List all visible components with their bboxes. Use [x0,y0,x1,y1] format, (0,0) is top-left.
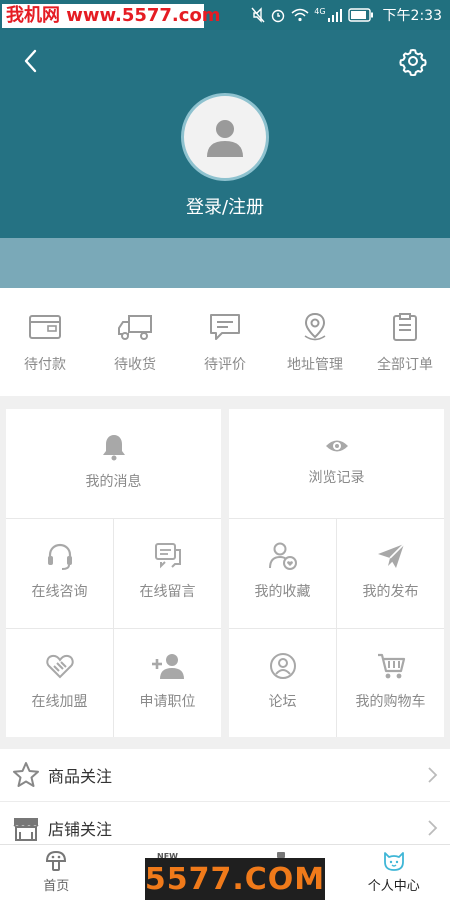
my-publish[interactable]: 我的发布 [337,519,444,628]
eye-icon [325,440,348,452]
cart-icon [377,653,405,679]
avatar[interactable] [181,93,269,181]
online-message[interactable]: 在线留言 [114,519,221,628]
user-silhouette-icon [207,120,243,157]
order-pending-payment[interactable]: 待付款 [0,288,90,396]
user-heart-icon [268,542,297,570]
watermark-bottom: 5577.COM [145,858,325,900]
follow-list: 商品关注 店铺关注 [0,749,450,855]
location-pin-icon [304,312,326,341]
back-button[interactable] [16,46,46,76]
login-register-link[interactable]: 登录/注册 [0,193,450,219]
nav-profile[interactable]: 个人中心 [338,845,450,900]
feature-panel-right: 浏览记录 我的收藏 我的发布 论坛 我的购物车 [229,409,444,737]
my-messages-label: 我的消息 [85,474,142,490]
wifi-icon [291,8,309,22]
store-icon [13,818,39,841]
status-bar: 我机网 www.5577.com 4G 下午2:33 [0,0,450,30]
bell-icon [102,435,125,461]
apply-job-label: 申请职位 [139,694,196,710]
paper-plane-icon [377,543,405,568]
online-message-label: 在线留言 [139,584,196,600]
order-label: 待付款 [24,357,66,373]
my-favorites-label: 我的收藏 [254,584,311,600]
order-all-orders[interactable]: 全部订单 [360,288,450,396]
order-label: 待评价 [204,357,246,373]
settings-button[interactable] [398,46,428,77]
my-cart-label: 我的购物车 [355,694,426,710]
list-item-label: 店铺关注 [48,820,113,839]
header-band [0,238,450,288]
wallet-icon [29,315,61,339]
order-label: 待收货 [114,357,156,373]
alarm-icon [272,9,285,23]
order-address-management[interactable]: 地址管理 [270,288,360,396]
online-consult-label: 在线咨询 [31,584,88,600]
status-time: 下午2:33 [382,8,442,24]
clipboard-icon [393,313,417,341]
order-shortcuts: 待付款 待收货 待评价 地址管理 全部订单 [0,288,450,396]
online-join[interactable]: 在线加盟 [6,629,113,737]
my-messages[interactable]: 我的消息 [6,409,221,518]
watermark-top: 我机网 www.5577.com [2,4,221,28]
nav-label: 首页 [43,879,70,894]
feature-grid: 我的消息 在线咨询 在线留言 在线加盟 申请职位 浏览记录 我的收藏 我的发布 … [6,409,444,737]
chat-bubbles-icon [154,543,181,569]
nav-label: 个人中心 [367,879,420,894]
chevron-right-icon [428,767,438,783]
star-outline-icon [13,762,39,787]
signal-icon [327,9,342,22]
my-publish-label: 我的发布 [362,584,419,600]
browse-history[interactable]: 浏览记录 [229,409,444,518]
battery-icon [347,8,373,22]
divider [336,518,337,737]
feature-panel-left: 我的消息 在线咨询 在线留言 在线加盟 申请职位 [6,409,221,737]
chevron-left-icon [24,49,37,73]
forum-label: 论坛 [268,694,297,710]
list-item-label: 商品关注 [48,767,113,786]
user-circle-icon [269,653,296,679]
headset-icon [47,543,72,570]
order-label: 地址管理 [287,357,343,373]
divider [113,518,114,737]
online-consult[interactable]: 在线咨询 [6,519,113,628]
watermark-text: 5577.COM [144,861,326,897]
user-plus-icon [151,654,184,679]
status-icons: 4G 下午2:33 [251,5,442,25]
list-item-product-follow[interactable]: 商品关注 [0,749,450,802]
chevron-right-icon [428,820,438,836]
comment-icon [210,314,240,340]
online-join-label: 在线加盟 [31,694,88,710]
truck-icon [118,315,152,340]
handshake-icon [45,654,74,679]
apply-job[interactable]: 申请职位 [114,629,221,737]
browse-history-label: 浏览记录 [308,470,365,486]
forum[interactable]: 论坛 [229,629,336,737]
order-pending-receipt[interactable]: 待收货 [90,288,180,396]
network-type: 4G [314,6,326,16]
nav-home[interactable]: 首页 [0,845,113,900]
order-pending-review[interactable]: 待评价 [180,288,270,396]
home-mushroom-icon [46,850,67,871]
my-cart[interactable]: 我的购物车 [337,629,444,737]
my-favorites[interactable]: 我的收藏 [229,519,336,628]
cat-face-icon [383,852,404,871]
mute-icon [251,7,265,23]
order-label: 全部订单 [377,357,433,373]
gear-icon [399,49,427,77]
